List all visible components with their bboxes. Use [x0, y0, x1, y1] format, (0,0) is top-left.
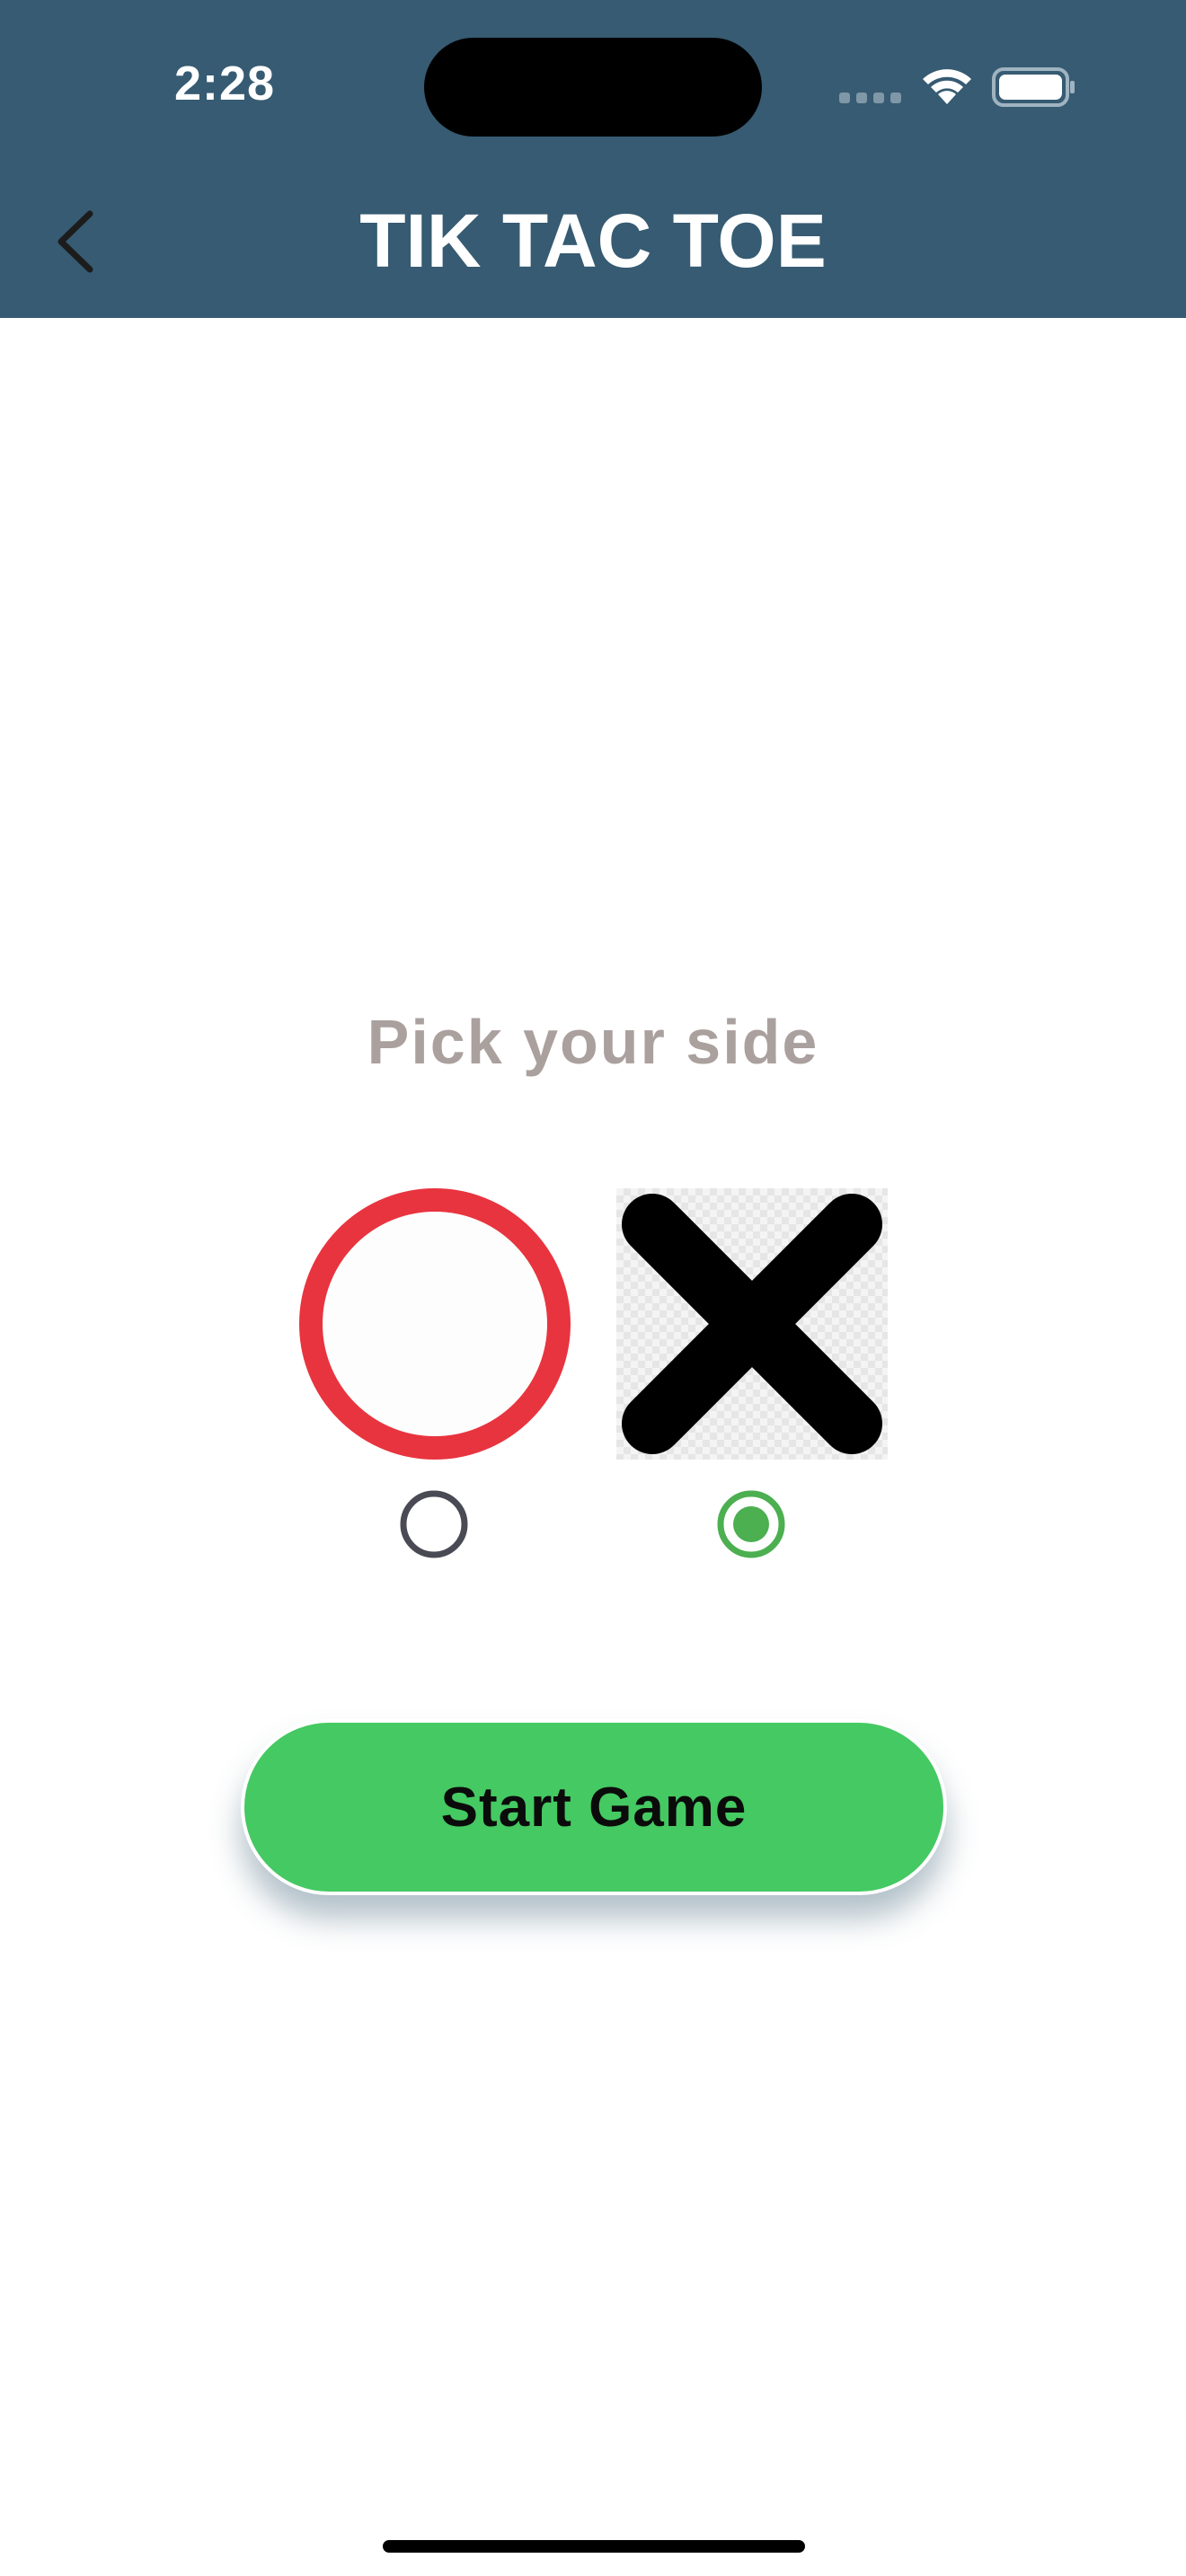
dynamic-island [424, 38, 762, 137]
pick-side-prompt: Pick your side [367, 1007, 819, 1077]
screen: 2:28 TIK TAC TOE Pick your side Start Ga… [0, 0, 1186, 2576]
cross-x-icon[interactable] [616, 1188, 888, 1460]
battery-icon [992, 67, 1075, 107]
home-indicator[interactable] [383, 2540, 805, 2553]
radio-o-unselected[interactable] [398, 1488, 470, 1560]
cellular-signal-icon [839, 93, 902, 103]
start-game-button[interactable]: Start Game [241, 1719, 947, 1895]
page-title: TIK TAC TOE [359, 198, 827, 283]
circle-o-icon[interactable] [299, 1188, 571, 1460]
status-time: 2:28 [173, 57, 276, 110]
wifi-icon [923, 69, 971, 104]
navigation-header: 2:28 TIK TAC TOE [0, 0, 1186, 318]
radio-x-selected[interactable] [715, 1488, 787, 1560]
